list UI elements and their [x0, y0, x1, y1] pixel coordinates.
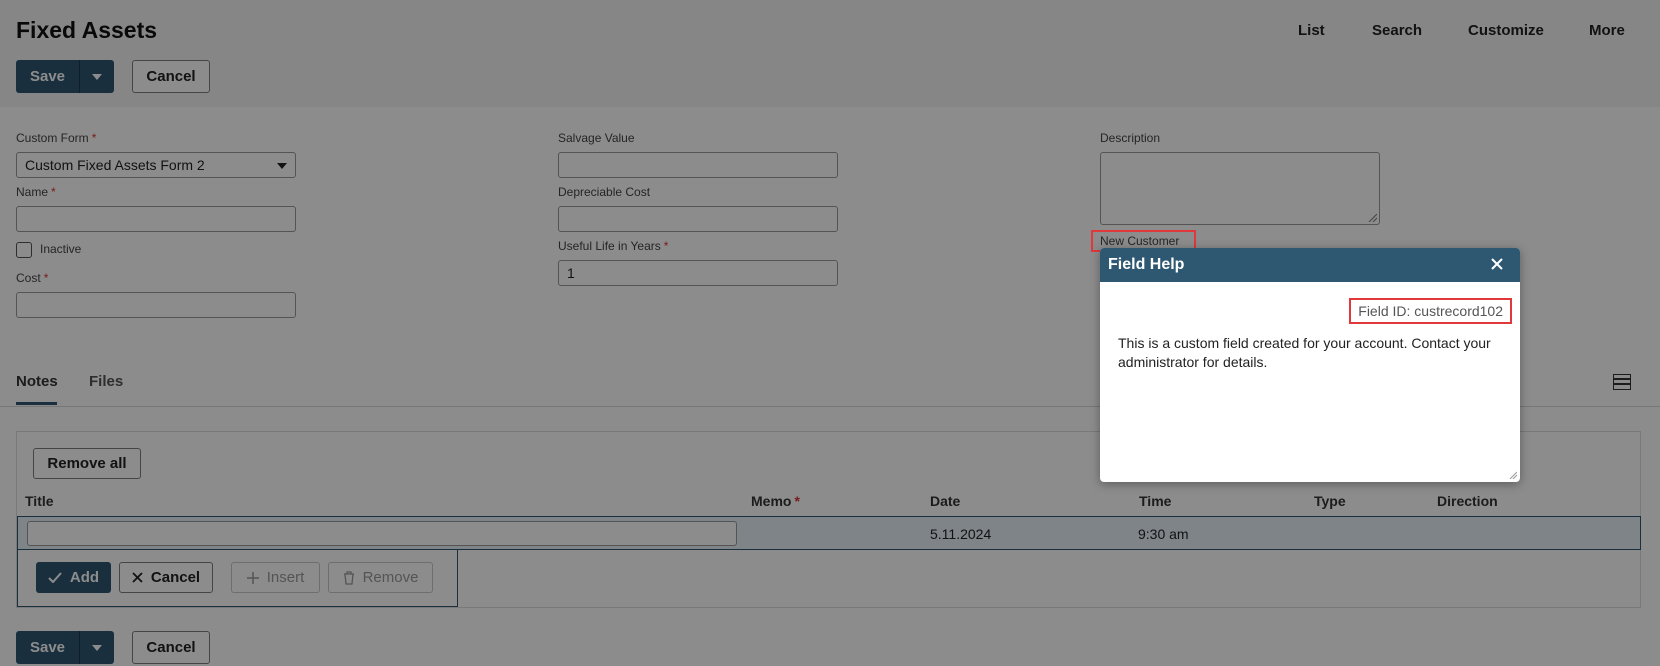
field-help-text: This is a custom field created for your …: [1118, 335, 1491, 370]
field-help-title: Field Help: [1108, 256, 1185, 273]
field-help-dialog: Field Help Field ID: custrecord102 This …: [1100, 248, 1520, 482]
field-help-header: Field Help: [1100, 248, 1520, 282]
field-id-label: Field ID: custrecord102: [1349, 298, 1512, 324]
resize-grip-icon[interactable]: [1509, 471, 1517, 479]
close-icon[interactable]: [1488, 255, 1506, 273]
